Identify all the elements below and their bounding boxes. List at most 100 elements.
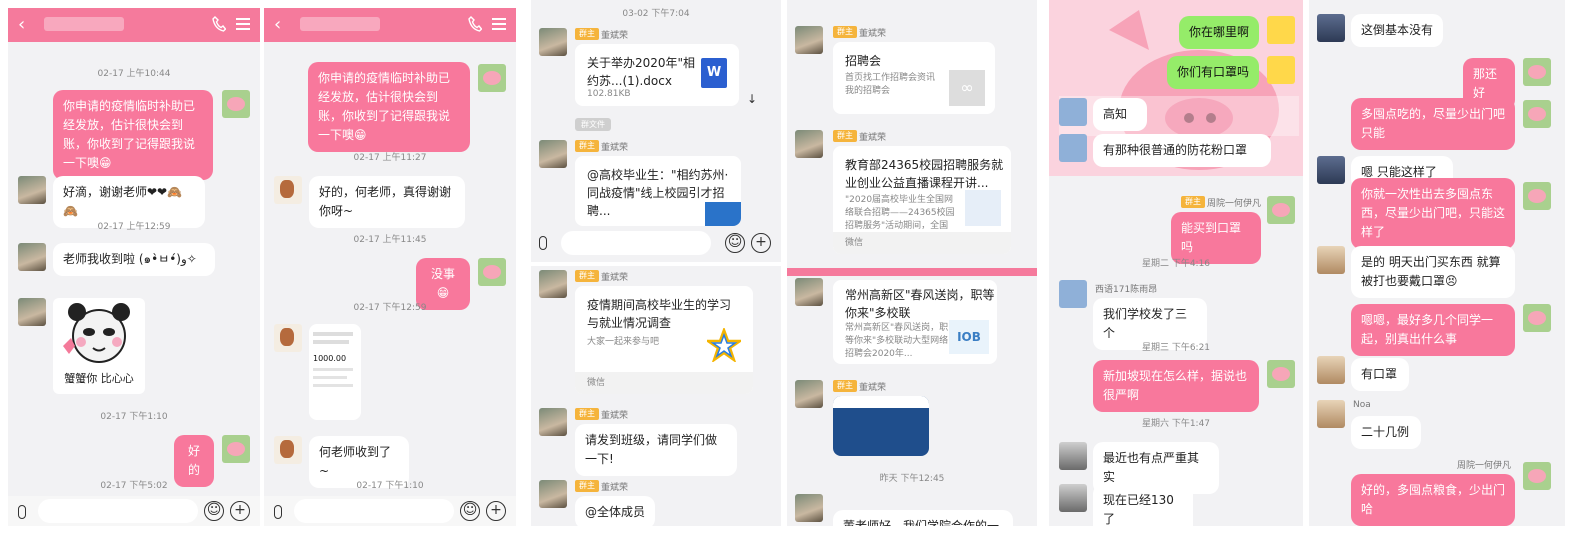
avatar[interactable] (539, 408, 567, 436)
avatar[interactable] (1523, 100, 1551, 128)
link-card[interactable]: 常州高新区"春风送岗，职等你来"多校联 常州高新区"春风送岗，职等你来"多校联动… (833, 280, 997, 364)
sender-name: 董斌荣 (601, 411, 629, 421)
message-bubble[interactable]: @全体成员 (575, 496, 655, 526)
avatar[interactable] (1317, 356, 1345, 384)
message-input[interactable] (38, 499, 198, 523)
image-message[interactable] (833, 396, 929, 456)
card-title: 疫情期间高校毕业生的学习与就业情况调查 (587, 298, 732, 330)
avatar[interactable] (1317, 246, 1345, 274)
emoji-icon[interactable]: ☺ (460, 501, 480, 521)
avatar[interactable] (1267, 196, 1295, 224)
avatar[interactable] (1059, 280, 1087, 308)
message-bubble[interactable]: 有那种很普通的防花粉口罩 (1093, 134, 1271, 167)
avatar[interactable] (18, 176, 46, 204)
avatar[interactable] (795, 278, 823, 306)
avatar[interactable] (222, 90, 250, 118)
avatar[interactable] (1523, 304, 1551, 332)
file-card[interactable]: 关于举办2020年"相约苏...(1).docx 102.81KB W (575, 44, 739, 106)
message-bubble[interactable]: 你们有口罩吗 (1167, 56, 1259, 89)
message-input[interactable] (561, 231, 711, 255)
message-bubble[interactable]: 好的，何老师，真得谢谢你呀~ (309, 176, 465, 228)
message-bubble[interactable]: 好的，多囤点粮食，少出门哈 (1351, 474, 1515, 526)
add-icon[interactable]: + (751, 233, 771, 253)
sender-name: 西语171陈雨昂 (1095, 285, 1158, 295)
avatar[interactable] (18, 298, 46, 326)
message-bubble[interactable]: 新加坡现在怎么样，据说也很严啊 (1093, 360, 1259, 412)
avatar[interactable] (1267, 16, 1295, 44)
avatar[interactable] (274, 436, 302, 464)
message-bubble[interactable]: 现在已经130了 (1093, 484, 1193, 526)
link-card[interactable]: 招聘会 首页找工作招聘会资讯 我的招聘会 ∞ (833, 42, 995, 114)
avatar[interactable] (478, 64, 506, 92)
avatar[interactable] (478, 258, 506, 286)
avatar[interactable] (795, 26, 823, 54)
timestamp: 昨天 下午12:45 (879, 474, 945, 484)
emoji-icon[interactable]: ☺ (725, 233, 745, 253)
message-bubble[interactable]: 高知 (1093, 98, 1147, 131)
transfer-screenshot[interactable]: 1000.00 (309, 324, 361, 420)
message-bubble[interactable]: 有口罩 (1351, 358, 1409, 391)
timestamp: 02-17 上午11:27 (353, 153, 427, 163)
avatar[interactable] (1523, 462, 1551, 490)
avatar[interactable] (1523, 182, 1551, 210)
message-bubble[interactable]: 董老师好，我们学院合作的一 (833, 510, 1013, 526)
avatar[interactable] (274, 324, 302, 352)
microphone-icon[interactable] (274, 505, 282, 519)
owner-badge: 群主 (575, 28, 599, 40)
avatar[interactable] (18, 243, 46, 271)
avatar[interactable] (539, 28, 567, 56)
avatar[interactable] (1267, 56, 1295, 84)
avatar[interactable] (539, 480, 567, 508)
message-bubble[interactable]: 是的 明天出门买东西 就算被打也要戴口罩😣 (1351, 246, 1515, 298)
timestamp: 02-17 上午10:44 (97, 69, 171, 79)
avatar[interactable] (1317, 156, 1345, 184)
avatar[interactable] (1317, 400, 1345, 428)
message-bubble[interactable]: 这倒基本没有 (1351, 14, 1443, 47)
message-bubble[interactable]: 老师我收到啦 (๑•̀ㅂ•́)و✧ (53, 243, 215, 276)
message-input[interactable] (294, 499, 454, 523)
avatar[interactable] (1059, 484, 1087, 512)
menu-icon[interactable] (492, 18, 506, 30)
avatar[interactable] (539, 270, 567, 298)
message-bubble[interactable]: 你就一次性出去多囤点东西，尽量少出门吧，只能这样了 (1351, 178, 1515, 249)
message-bubble[interactable]: 嗯嗯，最好多几个同学一起，别真出什么事 (1351, 304, 1515, 356)
message-bubble[interactable]: 你申请的疫情临时补助已经发放，估计很快会到账，你收到了记得跟我说一下噢😁 (308, 62, 470, 152)
avatar[interactable] (1059, 98, 1087, 126)
file-size: 102.81KB (587, 89, 631, 99)
microphone-icon[interactable] (18, 505, 26, 519)
message-bubble[interactable]: 你申请的疫情临时补助已经发放，估计很快会到账，你收到了记得跟我说一下噢😁 (53, 90, 213, 180)
avatar[interactable] (795, 130, 823, 158)
add-icon[interactable]: + (486, 501, 506, 521)
owner-badge: 群主 (1181, 196, 1205, 208)
avatar[interactable] (274, 176, 302, 204)
avatar[interactable] (1059, 134, 1087, 162)
link-card[interactable]: @高校毕业生："相约苏州·同战疫情"线上校园引才招聘... (575, 156, 741, 226)
avatar[interactable] (795, 494, 823, 522)
avatar[interactable] (539, 140, 567, 168)
avatar[interactable] (1059, 442, 1087, 470)
card-title: 教育部24365校园招聘服务就业创业公益直播课程开讲... (845, 158, 1004, 190)
message-bubble[interactable]: 请发到班级，请同学们做一下! (575, 424, 737, 476)
phone-icon[interactable] (468, 16, 482, 32)
download-icon[interactable]: ↓ (747, 92, 757, 106)
avatar[interactable] (1317, 14, 1345, 42)
message-bubble[interactable]: 你在哪里啊 (1179, 16, 1259, 49)
phone-icon[interactable] (212, 16, 226, 32)
avatar[interactable] (795, 380, 823, 408)
link-card[interactable]: 疫情期间高校毕业生的学习与就业情况调查 大家一起来参与吧 微信 (575, 286, 753, 394)
back-arrow-icon[interactable]: ‹ (18, 14, 25, 35)
emoji-icon[interactable]: ☺ (204, 501, 224, 521)
microphone-icon[interactable] (539, 236, 547, 250)
link-card[interactable]: 教育部24365校园招聘服务就业创业公益直播课程开讲... "2020届高校毕业… (833, 146, 1011, 254)
input-bar: ☺ + (8, 496, 260, 526)
avatar[interactable] (1523, 58, 1551, 86)
back-arrow-icon[interactable]: ‹ (274, 14, 281, 35)
sender-name: 董斌荣 (601, 273, 629, 283)
panda-sticker[interactable]: 蟹蟹你 比心心 (53, 298, 145, 394)
message-bubble[interactable]: 多囤点吃的，尽量少出门吧只能 (1351, 98, 1515, 150)
message-bubble[interactable]: 二十几例 (1351, 416, 1421, 449)
menu-icon[interactable] (236, 18, 250, 30)
add-icon[interactable]: + (230, 501, 250, 521)
avatar[interactable] (1267, 360, 1295, 388)
avatar[interactable] (222, 435, 250, 463)
